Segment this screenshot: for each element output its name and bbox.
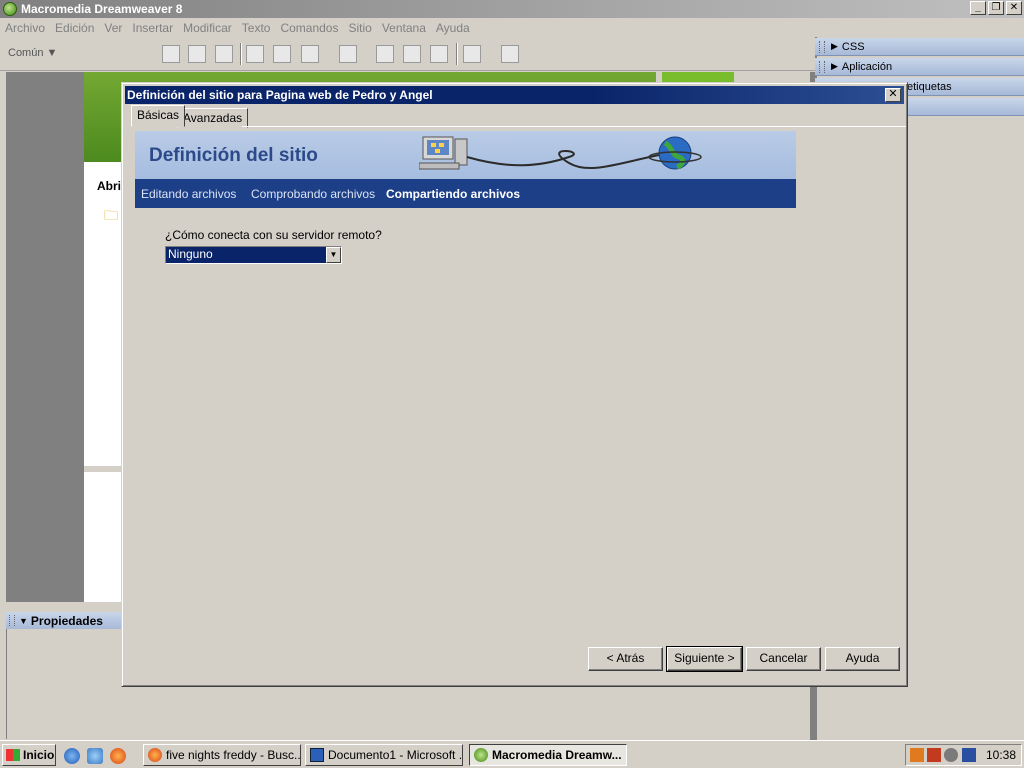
menu-comandos[interactable]: Comandos <box>275 21 343 35</box>
tab-avanzadas[interactable]: Avanzadas <box>177 108 249 128</box>
system-tray: 10:38 <box>905 744 1022 766</box>
app-title-bar: Macromedia Dreamweaver 8 _ ❐ ✕ <box>0 0 1024 18</box>
email-link-icon[interactable] <box>188 45 206 63</box>
tab-strip-border <box>242 126 906 127</box>
properties-label: Propiedades <box>30 613 103 628</box>
named-anchor-icon[interactable] <box>215 45 233 63</box>
dialog-title: Definición del sitio para Pagina web de … <box>127 88 433 102</box>
start-button[interactable]: Inicio <box>2 744 56 766</box>
expand-triangle-icon: ▶ <box>831 41 838 51</box>
menu-archivo[interactable]: Archivo <box>0 21 50 35</box>
help-button[interactable]: Ayuda <box>825 647 900 671</box>
panel-etiquetas-label: etiquetas <box>907 80 952 93</box>
menu-texto[interactable]: Texto <box>237 21 276 35</box>
menu-ayuda[interactable]: Ayuda <box>431 21 475 35</box>
cancel-button[interactable]: Cancelar <box>746 647 821 671</box>
show-desktop-icon[interactable] <box>87 748 103 764</box>
back-button[interactable]: < Atrás <box>588 647 663 671</box>
volume-icon[interactable] <box>927 748 941 762</box>
language-icon[interactable] <box>910 748 924 762</box>
remote-connection-select[interactable]: Ninguno ▼ <box>165 246 342 264</box>
grip-icon[interactable] <box>819 40 825 53</box>
taskbar-item-dreamweaver[interactable]: Macromedia Dreamw... <box>469 744 627 766</box>
firefox-icon <box>148 748 162 762</box>
insert-toolbar: Común ▼ <box>0 37 815 71</box>
toolbar-separator <box>456 43 458 65</box>
tab-basicas[interactable]: Básicas <box>131 105 186 127</box>
panel-css-label: CSS <box>841 40 865 53</box>
menu-ver[interactable]: Ver <box>99 21 127 35</box>
restore-button[interactable]: ❐ <box>988 1 1004 15</box>
image-icon[interactable] <box>301 45 319 63</box>
document-window-background <box>6 72 84 602</box>
step-compartiendo-archivos: Compartiendo archivos <box>386 187 521 201</box>
site-definition-dialog: Definición del sitio para Pagina web de … <box>121 82 908 687</box>
collapse-triangle-icon: ▼ <box>19 615 28 626</box>
menu-ventana[interactable]: Ventana <box>377 21 431 35</box>
taskbar-item-label: five nights freddy - Busc... <box>166 748 301 762</box>
wizard-steps: Editando archivos Comprobando archivos C… <box>135 179 796 208</box>
table-icon[interactable] <box>246 45 264 63</box>
panel-aplicacion-label: Aplicación <box>841 60 893 73</box>
layer-icon[interactable] <box>273 45 291 63</box>
grip-icon[interactable] <box>819 60 825 73</box>
taskbar-item-word[interactable]: Documento1 - Microsoft ... <box>305 744 463 766</box>
properties-panel-header[interactable]: ▼ Propiedades <box>6 612 121 629</box>
wizard-banner: Definición del sitio <box>135 131 796 179</box>
next-button[interactable]: Siguiente > <box>666 646 743 672</box>
menu-sitio[interactable]: Sitio <box>343 21 376 35</box>
menu-modificar[interactable]: Modificar <box>178 21 237 35</box>
close-button[interactable]: ✕ <box>1006 1 1022 15</box>
taskbar-item-label: Documento1 - Microsoft ... <box>328 748 463 762</box>
tag-chooser-icon[interactable] <box>501 45 519 63</box>
date-icon[interactable] <box>376 45 394 63</box>
expand-triangle-icon: ▶ <box>831 61 838 71</box>
start-page-divider <box>84 466 124 472</box>
minimize-button[interactable]: _ <box>970 1 986 15</box>
media-icon[interactable] <box>339 45 357 63</box>
comment-icon[interactable] <box>430 45 448 63</box>
menu-insertar[interactable]: Insertar <box>127 21 178 35</box>
start-page-open-heading: Abri <box>97 179 121 193</box>
remote-connection-value: Ninguno <box>168 247 213 261</box>
insert-category-dropdown[interactable]: Común ▼ <box>8 47 84 63</box>
template-icon[interactable] <box>463 45 481 63</box>
dialog-title-bar[interactable]: Definición del sitio para Pagina web de … <box>125 86 904 104</box>
taskbar-item-firefox[interactable]: five nights freddy - Busc... <box>143 744 301 766</box>
dreamweaver-logo-icon <box>3 2 17 16</box>
dreamweaver-icon <box>474 748 488 762</box>
hyperlink-icon[interactable] <box>162 45 180 63</box>
network-icon[interactable] <box>962 748 976 762</box>
windows-logo-icon <box>6 749 20 761</box>
menu-edicion[interactable]: Edición <box>50 21 99 35</box>
step-editando-archivos: Editando archivos <box>141 187 237 201</box>
menu-bar: Archivo Edición Ver Insertar Modificar T… <box>0 18 1024 37</box>
tray-app-icon[interactable] <box>944 748 958 762</box>
panel-aplicacion[interactable]: ▶ Aplicación <box>815 58 1024 76</box>
app-title: Macromedia Dreamweaver 8 <box>21 2 183 16</box>
dialog-close-button[interactable]: ✕ <box>885 88 901 102</box>
server-side-include-icon[interactable] <box>403 45 421 63</box>
internet-explorer-icon[interactable] <box>64 748 80 764</box>
step-comprobando-archivos: Comprobando archivos <box>251 187 376 201</box>
clock: 10:38 <box>986 748 1017 762</box>
start-label: Inicio <box>23 748 55 762</box>
toolbar-separator <box>240 43 242 65</box>
remote-server-question: ¿Cómo conecta con su servidor remoto? <box>165 228 382 242</box>
taskbar-item-label: Macromedia Dreamw... <box>492 748 622 762</box>
dropdown-arrow-icon[interactable]: ▼ <box>326 247 341 263</box>
network-illustration-icon <box>419 136 702 170</box>
word-icon <box>310 748 324 762</box>
taskbar: Inicio five nights freddy - Busc... Docu… <box>0 740 1024 768</box>
folder-icon[interactable]: 🗀 <box>104 205 118 229</box>
panel-css[interactable]: ▶ CSS <box>815 38 1024 56</box>
banner-title: Definición del sitio <box>149 145 318 166</box>
grip-icon[interactable] <box>9 615 15 626</box>
firefox-icon[interactable] <box>110 748 126 764</box>
